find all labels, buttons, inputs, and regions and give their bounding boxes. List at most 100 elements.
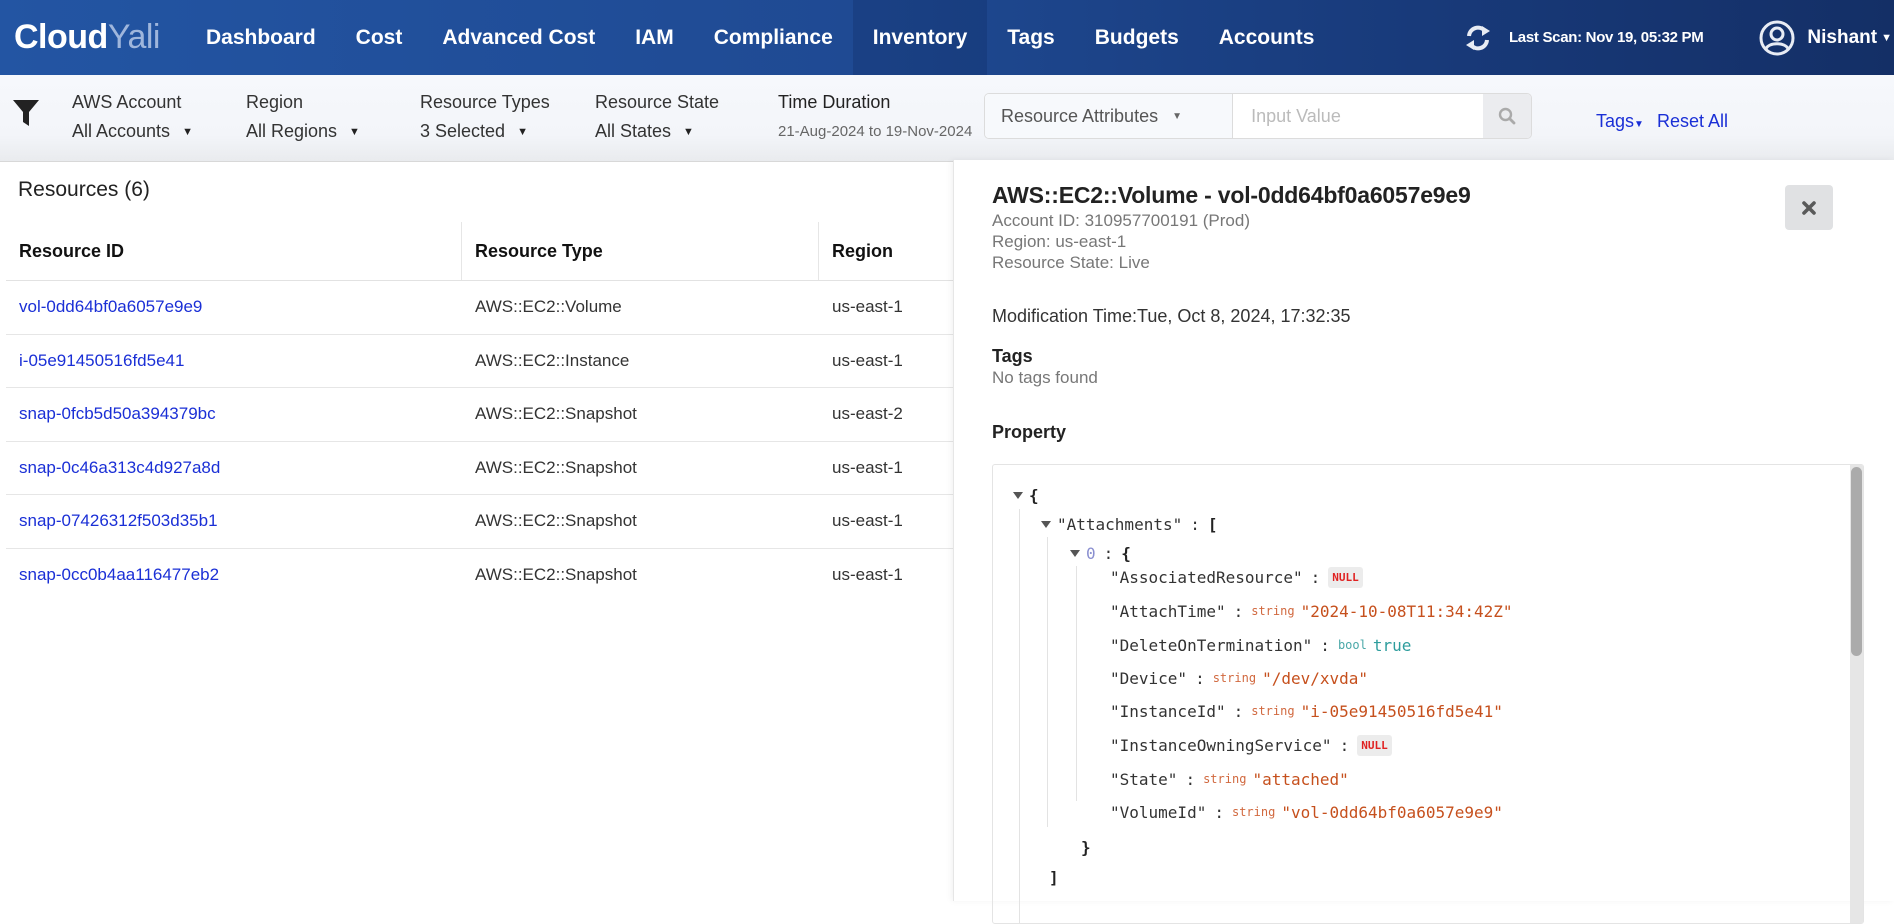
table-row[interactable]: snap-0c46a313c4d927a8d AWS::EC2::Snapsho… bbox=[6, 442, 954, 495]
resource-id-link[interactable]: snap-0c46a313c4d927a8d bbox=[6, 442, 462, 495]
property-heading: Property bbox=[992, 422, 1067, 442]
json-value: "vol-0dd64bf0a6057e9e9" bbox=[1281, 802, 1503, 822]
json-field: "DeleteOnTermination": bool true bbox=[1110, 633, 1411, 657]
aws-account-label: AWS Account bbox=[72, 92, 182, 112]
json-brace: { bbox=[1029, 485, 1039, 505]
json-root: { bbox=[1013, 483, 1039, 507]
search-icon bbox=[1498, 107, 1516, 125]
tags-dropdown-link[interactable]: Tags▼ bbox=[1596, 111, 1644, 132]
indent-guide bbox=[1076, 566, 1077, 801]
attribute-search: Resource Attributes ▼ bbox=[984, 93, 1532, 139]
nav-dashboard[interactable]: Dashboard bbox=[186, 0, 336, 75]
nav-budgets[interactable]: Budgets bbox=[1075, 0, 1199, 75]
resource-region: us-east-1 bbox=[832, 457, 903, 477]
column-header-resource-type[interactable]: Resource Type bbox=[462, 222, 819, 280]
json-bracket: ] bbox=[1049, 867, 1059, 887]
logo[interactable]: CloudYali bbox=[14, 18, 160, 57]
caret-down-icon: ▼ bbox=[349, 125, 360, 138]
resource-region: us-east-1 bbox=[832, 350, 903, 370]
resource-types-dropdown[interactable]: 3 Selected ▼ bbox=[420, 121, 550, 142]
resource-type: AWS::EC2::Snapshot bbox=[475, 457, 637, 477]
resource-types-value: 3 Selected bbox=[420, 121, 506, 141]
column-header-region[interactable]: Region bbox=[819, 222, 954, 280]
json-field: "InstanceId": string "i-05e91450516fd5e41" bbox=[1110, 699, 1503, 723]
time-duration-value[interactable]: 21-Aug-2024 to 19-Nov-2024 bbox=[778, 123, 972, 140]
attribute-value-input[interactable] bbox=[1233, 94, 1484, 138]
json-null-badge: NULL bbox=[1328, 566, 1363, 588]
caret-down-icon: ▼ bbox=[1172, 110, 1182, 122]
nav-cost[interactable]: Cost bbox=[336, 0, 423, 75]
column-header-resource-id[interactable]: Resource ID bbox=[6, 222, 462, 280]
nav-tags[interactable]: Tags bbox=[987, 0, 1074, 75]
table-row[interactable]: i-05e91450516fd5e41 AWS::EC2::Instance u… bbox=[6, 335, 954, 388]
reset-all-link[interactable]: Reset All bbox=[1657, 111, 1728, 132]
user-menu[interactable]: Nishant bbox=[1807, 27, 1877, 49]
json-field: "AssociatedResource": NULL bbox=[1110, 565, 1363, 589]
close-icon bbox=[1802, 200, 1816, 215]
nav-inventory[interactable]: Inventory bbox=[852, 0, 988, 75]
scrollbar-thumb[interactable] bbox=[1851, 467, 1862, 656]
aws-account-dropdown[interactable]: All Accounts ▼ bbox=[72, 121, 193, 142]
resource-state-dropdown[interactable]: All States ▼ bbox=[595, 121, 719, 142]
collapse-triangle-icon[interactable] bbox=[1070, 549, 1080, 557]
json-brace: } bbox=[1081, 837, 1091, 857]
nav-iam[interactable]: IAM bbox=[615, 0, 694, 75]
nav-right: Last Scan: Nov 19, 05:32 PM Nishant ▼ bbox=[1463, 0, 1894, 75]
detail-account-id: Account ID: 310957700191 (Prod) bbox=[992, 211, 1251, 230]
table-row[interactable]: vol-0dd64bf0a6057e9e9 AWS::EC2::Volume u… bbox=[6, 281, 954, 335]
resource-id-link[interactable]: i-05e91450516fd5e41 bbox=[6, 335, 462, 388]
table-row[interactable]: snap-07426312f503d35b1 AWS::EC2::Snapsho… bbox=[6, 495, 954, 549]
resource-id-link[interactable]: snap-0fcb5d50a394379bc bbox=[6, 388, 462, 441]
json-key: "DeleteOnTermination" bbox=[1110, 635, 1313, 655]
time-duration-filter[interactable]: Time Duration 21-Aug-2024 to 19-Nov-2024 bbox=[778, 92, 972, 140]
json-key: "AttachTime" bbox=[1110, 601, 1226, 621]
region-filter: Region All Regions ▼ bbox=[246, 92, 360, 142]
table-row[interactable]: snap-0fcb5d50a394379bc AWS::EC2::Snapsho… bbox=[6, 388, 954, 442]
nav-accounts[interactable]: Accounts bbox=[1199, 0, 1335, 75]
filter-icon[interactable] bbox=[12, 97, 40, 129]
json-colon: : bbox=[1103, 543, 1114, 563]
resource-types-filter: Resource Types 3 Selected ▼ bbox=[420, 92, 550, 142]
collapse-triangle-icon[interactable] bbox=[1013, 491, 1023, 499]
json-scrollbar[interactable] bbox=[1850, 465, 1863, 923]
json-type-label: bool bbox=[1337, 638, 1367, 652]
resource-region: us-east-1 bbox=[832, 297, 903, 317]
close-button[interactable] bbox=[1785, 185, 1833, 230]
caret-down-icon: ▼ bbox=[1634, 119, 1644, 130]
json-field: "State": string "attached" bbox=[1110, 767, 1349, 791]
nav-compliance[interactable]: Compliance bbox=[694, 0, 853, 75]
resource-attributes-dropdown[interactable]: Resource Attributes ▼ bbox=[985, 94, 1234, 138]
user-circle-icon[interactable] bbox=[1759, 20, 1795, 56]
filter-bar: AWS Account All Accounts ▼ Region All Reg… bbox=[0, 75, 1894, 162]
json-colon: : bbox=[1233, 701, 1244, 721]
logo-text-yali: Yali bbox=[107, 18, 161, 56]
tags-heading: Tags bbox=[992, 346, 1033, 366]
json-colon: : bbox=[1320, 635, 1330, 655]
json-key: "Device" bbox=[1110, 668, 1188, 688]
table-row[interactable]: snap-0cc0b4aa116477eb2 AWS::EC2::Snapsho… bbox=[6, 549, 954, 603]
json-colon: : bbox=[1233, 601, 1244, 621]
caret-down-icon: ▼ bbox=[182, 125, 193, 138]
json-index-0: 0 : { bbox=[1070, 541, 1131, 565]
region-value: All Regions bbox=[246, 121, 338, 141]
json-value: "/dev/xvda" bbox=[1262, 668, 1369, 688]
last-scan-text: Last Scan: Nov 19, 05:32 PM bbox=[1508, 29, 1704, 46]
caret-down-icon[interactable]: ▼ bbox=[1881, 32, 1892, 44]
json-null-badge: NULL bbox=[1357, 734, 1392, 756]
nav-advanced-cost[interactable]: Advanced Cost bbox=[422, 0, 615, 75]
resource-id-link[interactable]: vol-0dd64bf0a6057e9e9 bbox=[6, 281, 462, 334]
json-bracket: [ bbox=[1207, 514, 1218, 534]
resource-region: us-east-1 bbox=[832, 565, 903, 585]
refresh-icon[interactable] bbox=[1463, 23, 1493, 53]
json-field: "InstanceOwningService": NULL bbox=[1110, 733, 1392, 757]
resource-region: us-east-2 bbox=[832, 404, 903, 424]
search-button[interactable] bbox=[1483, 94, 1531, 138]
json-colon: : bbox=[1195, 668, 1205, 688]
json-index: 0 bbox=[1086, 543, 1096, 563]
json-attachments-close: ] bbox=[1049, 865, 1059, 889]
json-attachments: "Attachments" : [ bbox=[1041, 512, 1218, 536]
resource-id-link[interactable]: snap-07426312f503d35b1 bbox=[6, 495, 462, 548]
region-dropdown[interactable]: All Regions ▼ bbox=[246, 121, 360, 142]
collapse-triangle-icon[interactable] bbox=[1041, 520, 1051, 528]
resource-id-link[interactable]: snap-0cc0b4aa116477eb2 bbox=[6, 549, 462, 603]
